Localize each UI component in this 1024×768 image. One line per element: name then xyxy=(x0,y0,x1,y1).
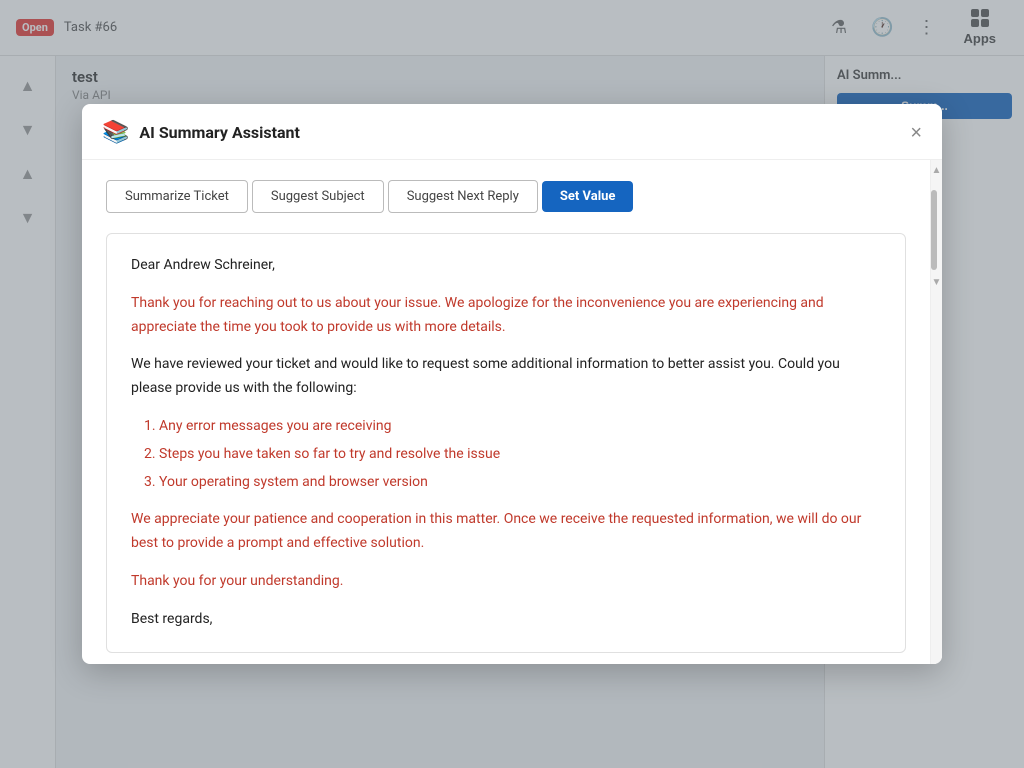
set-value-button[interactable]: Set Value xyxy=(542,181,634,212)
reply-closing: Best regards, xyxy=(131,608,881,632)
modal-main: Summarize Ticket Suggest Subject Suggest… xyxy=(82,160,930,664)
scroll-up-arrow[interactable]: ▲ xyxy=(932,164,942,178)
modal-title-row: 📚 AI Summary Assistant xyxy=(102,120,300,145)
list-item-3: Your operating system and browser versio… xyxy=(159,471,881,495)
reply-para-1: Thank you for reaching out to us about y… xyxy=(131,292,881,340)
modal-body: Summarize Ticket Suggest Subject Suggest… xyxy=(82,160,942,664)
ai-assistant-icon: 📚 xyxy=(102,120,129,145)
reply-list: Any error messages you are receiving Ste… xyxy=(131,415,881,494)
summarize-ticket-button[interactable]: Summarize Ticket xyxy=(106,180,248,213)
modal-title: AI Summary Assistant xyxy=(139,123,300,142)
suggest-subject-button[interactable]: Suggest Subject xyxy=(252,180,384,213)
reply-para-4: Thank you for your understanding. xyxy=(131,570,881,594)
modal-header: 📚 AI Summary Assistant × xyxy=(82,104,942,160)
ai-summary-modal: 📚 AI Summary Assistant × Summarize Ticke… xyxy=(82,104,942,664)
reply-para-3: We appreciate your patience and cooperat… xyxy=(131,508,881,556)
modal-toolbar: Summarize Ticket Suggest Subject Suggest… xyxy=(106,180,906,213)
reply-para-2: We have reviewed your ticket and would l… xyxy=(131,353,881,401)
reply-greeting: Dear Andrew Schreiner, xyxy=(131,254,881,278)
suggest-next-reply-button[interactable]: Suggest Next Reply xyxy=(388,180,538,213)
modal-scrollbar: ▲ ▼ xyxy=(930,160,942,664)
scroll-thumb[interactable] xyxy=(931,190,937,270)
reply-content-box: Dear Andrew Schreiner, Thank you for rea… xyxy=(106,233,906,653)
modal-close-button[interactable]: × xyxy=(910,123,922,143)
scroll-down-arrow[interactable]: ▼ xyxy=(932,276,942,290)
list-item-2: Steps you have taken so far to try and r… xyxy=(159,443,881,467)
list-item-1: Any error messages you are receiving xyxy=(159,415,881,439)
modal-overlay[interactable]: 📚 AI Summary Assistant × Summarize Ticke… xyxy=(0,0,1024,768)
